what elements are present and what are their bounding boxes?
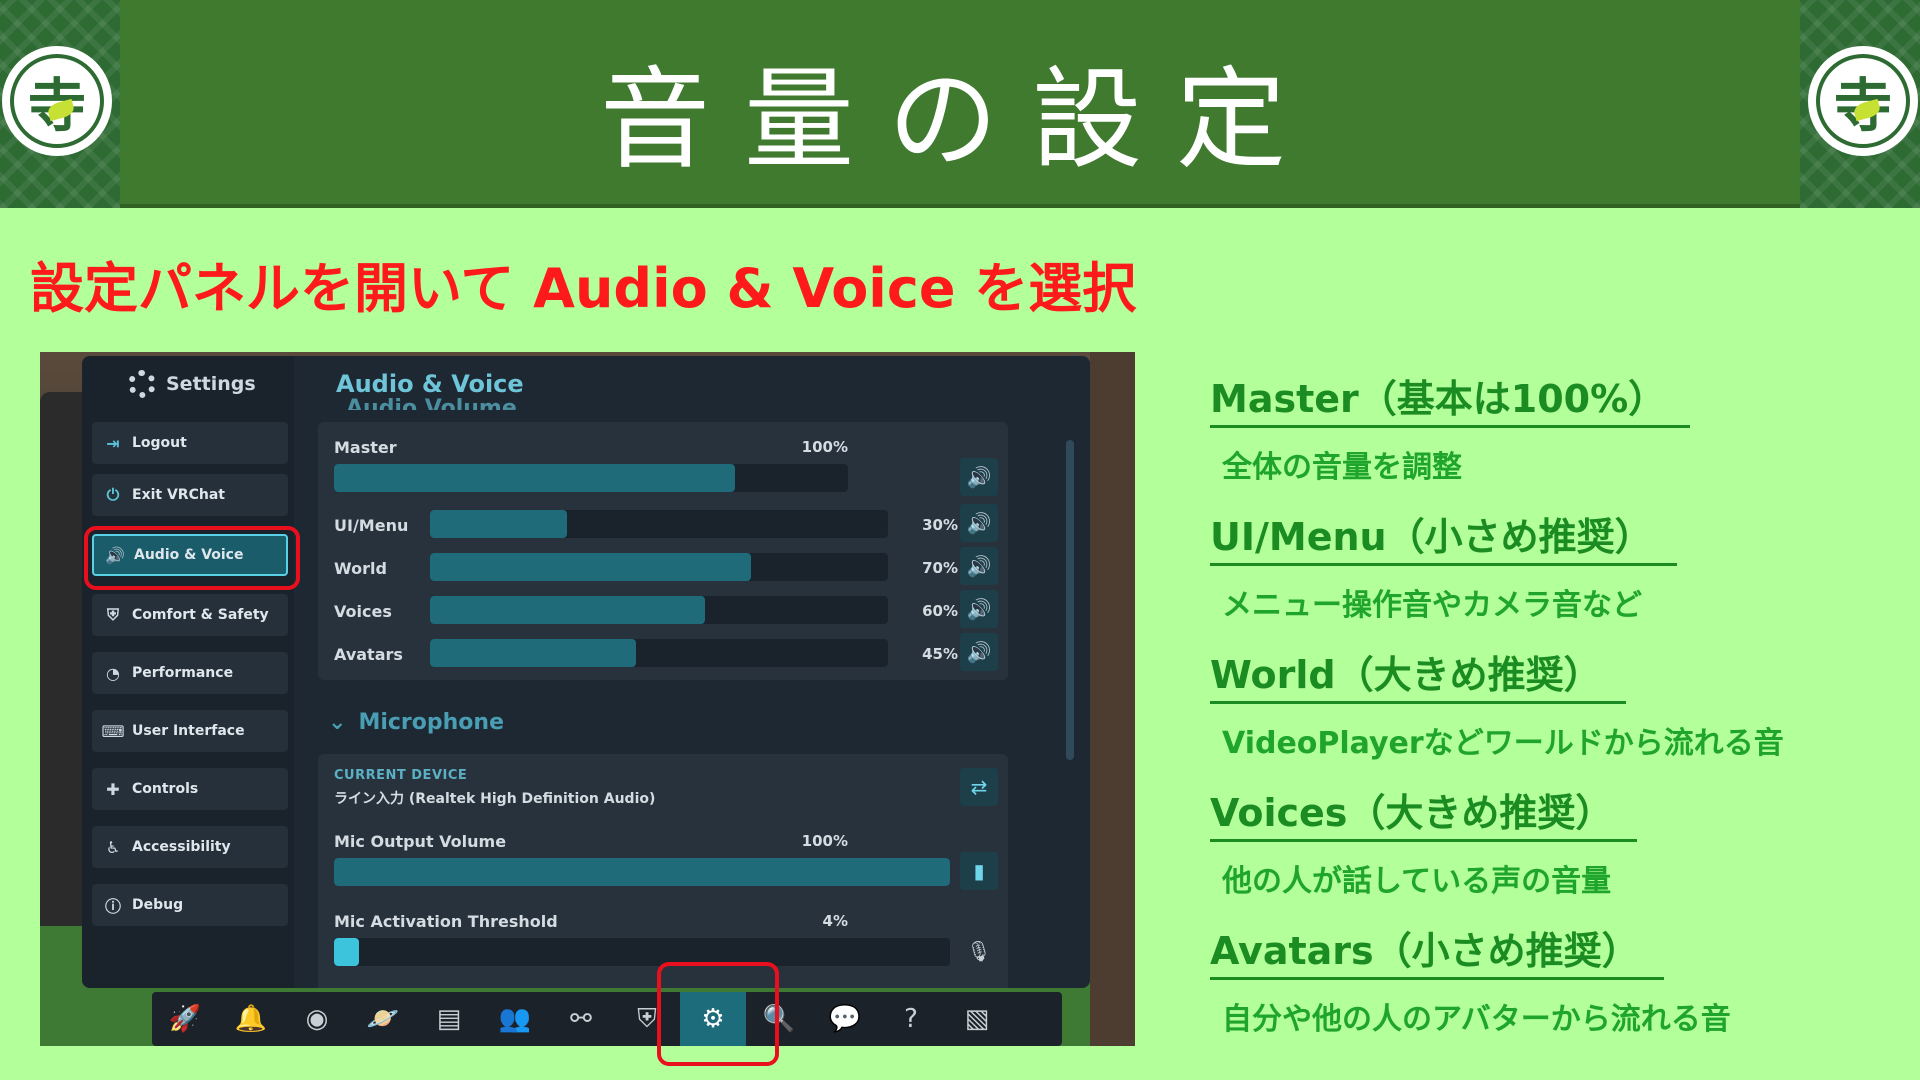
nav-performance[interactable]: ◔ Performance [92, 652, 288, 694]
master-speaker-icon[interactable]: 🔊 [960, 458, 998, 496]
info-icon: ⓘ [104, 897, 121, 916]
world-label: World [334, 559, 387, 578]
nav-debug[interactable]: ⓘ Debug [92, 884, 288, 926]
mic-threshold-value: 4% [822, 912, 848, 930]
rocket-icon[interactable]: 🚀 [152, 992, 218, 1046]
mic-threshold-label: Mic Activation Threshold [334, 912, 558, 931]
logout-icon: ⇥ [106, 433, 120, 453]
header-banner: 寺 寺 音量の設定 [0, 0, 1920, 208]
keyboard-icon: ⌨ [101, 721, 125, 741]
network-icon[interactable]: ⚯ [548, 992, 614, 1046]
group-icon[interactable]: 👥 [482, 992, 548, 1046]
shield-icon: ⛨ [106, 605, 119, 624]
avatars-speaker-icon[interactable]: 🔊 [960, 633, 998, 671]
avatars-slider[interactable] [430, 639, 888, 667]
quick-menu-taskbar: 🚀 🔔 ◉ 🪐 ▤ 👥 ⚯ ⛨ ⚙ 🔍 💬 ? ▧ [152, 992, 1062, 1046]
bell-icon[interactable]: 🔔 [218, 992, 284, 1046]
desc-world: World（大きめ推奨） VideoPlayerなどワールドから流れる音 [1210, 644, 1784, 762]
nav-accessibility[interactable]: ♿ Accessibility [92, 826, 288, 868]
avatars-label: Avatars [334, 645, 403, 664]
ui-menu-label: UI/Menu [334, 516, 409, 535]
scrollbar[interactable] [1066, 440, 1074, 760]
nav-exit-vrchat[interactable]: ⏻ Exit VRChat [92, 474, 288, 516]
audio-volume-card: Master 100% 🔊 UI/Menu 30% 🔊 World 70% 🔊 … [318, 422, 1008, 680]
nav-logout[interactable]: ⇥ Logout [92, 422, 288, 464]
mic-output-slider[interactable] [334, 858, 950, 886]
mic-output-value: 100% [801, 832, 848, 850]
settings-title: Settings [166, 373, 256, 395]
voices-value: 60% [922, 602, 958, 620]
settings-sidebar: Settings ⇥ Logout ⏻ Exit VRChat 🔊 Audio … [82, 356, 294, 988]
settings-panel: Settings ⇥ Logout ⏻ Exit VRChat 🔊 Audio … [82, 356, 1090, 988]
instruction-subtitle: 設定パネルを開いて Audio & Voice を選択 [30, 257, 1137, 320]
profile-icon[interactable]: ◉ [284, 992, 350, 1046]
mic-output-label: Mic Output Volume [334, 832, 507, 851]
world-slider[interactable] [430, 553, 888, 581]
help-icon[interactable]: ? [878, 992, 944, 1046]
settings-content: Audio & Voice Audio Volume Master 100% 🔊… [294, 356, 1090, 988]
contacts-icon[interactable]: ▤ [416, 992, 482, 1046]
waveform-icon[interactable]: ▮ [960, 852, 998, 890]
gamepad-icon: ✚ [106, 779, 120, 799]
master-value: 100% [801, 438, 848, 456]
ui-menu-slider[interactable] [430, 510, 888, 538]
world-speaker-icon[interactable]: 🔊 [960, 547, 998, 585]
planet-icon[interactable]: 🪐 [350, 992, 416, 1046]
nav-controls[interactable]: ✚ Controls [92, 768, 288, 810]
gear-icon [128, 370, 156, 398]
avatars-value: 45% [922, 645, 958, 663]
microphone-card: CURRENT DEVICE ライン入力 (Realtek High Defin… [318, 754, 1008, 988]
nav-comfort-safety[interactable]: ⛨ Comfort & Safety [92, 594, 288, 636]
desc-master: Master（基本は100%） 全体の音量を調整 [1210, 368, 1691, 486]
nav-user-interface[interactable]: ⌨ User Interface [92, 710, 288, 752]
voices-slider[interactable] [430, 596, 888, 624]
power-icon: ⏻ [106, 485, 120, 504]
chevron-down-icon: ⌄ [328, 710, 347, 735]
settings-button-highlight [657, 962, 779, 1066]
section-audio-volume: Audio Volume [346, 396, 517, 410]
voices-speaker-icon[interactable]: 🔊 [960, 590, 998, 628]
gauge-icon: ◔ [106, 663, 120, 683]
page-title: 音量の設定 [600, 56, 1320, 184]
voices-label: Voices [334, 602, 392, 621]
settings-header: Settings [128, 370, 256, 398]
desc-voices: Voices（大きめ推奨） 他の人が話している声の音量 [1210, 782, 1638, 900]
gallery-icon[interactable]: ▧ [944, 992, 1010, 1046]
desc-ui-menu: UI/Menu（小さめ推奨） メニュー操作音やカメラ音など [1210, 506, 1677, 624]
current-device-caption: CURRENT DEVICE [334, 768, 468, 783]
content-title: Audio & Voice [336, 370, 524, 398]
microphone-icon[interactable]: 🎙 [960, 932, 998, 970]
vrchat-screenshot: Settings ⇥ Logout ⏻ Exit VRChat 🔊 Audio … [40, 352, 1135, 1046]
audio-voice-highlight [84, 526, 300, 590]
master-slider[interactable] [334, 464, 848, 492]
chat-icon[interactable]: 💬 [812, 992, 878, 1046]
ui-menu-value: 30% [922, 516, 958, 534]
ui-menu-speaker-icon[interactable]: 🔊 [960, 504, 998, 542]
current-device-name: ライン入力 (Realtek High Definition Audio) [334, 791, 656, 807]
microphone-section-header[interactable]: ⌄ Microphone [328, 710, 504, 735]
swap-device-icon[interactable]: ⇄ [960, 768, 998, 806]
mic-threshold-slider[interactable] [334, 938, 950, 966]
accessibility-icon: ♿ [105, 837, 121, 857]
master-label: Master [334, 438, 397, 457]
world-value: 70% [922, 559, 958, 577]
desc-avatars: Avatars（小さめ推奨） 自分や他の人のアバターから流れる音 [1210, 920, 1731, 1038]
